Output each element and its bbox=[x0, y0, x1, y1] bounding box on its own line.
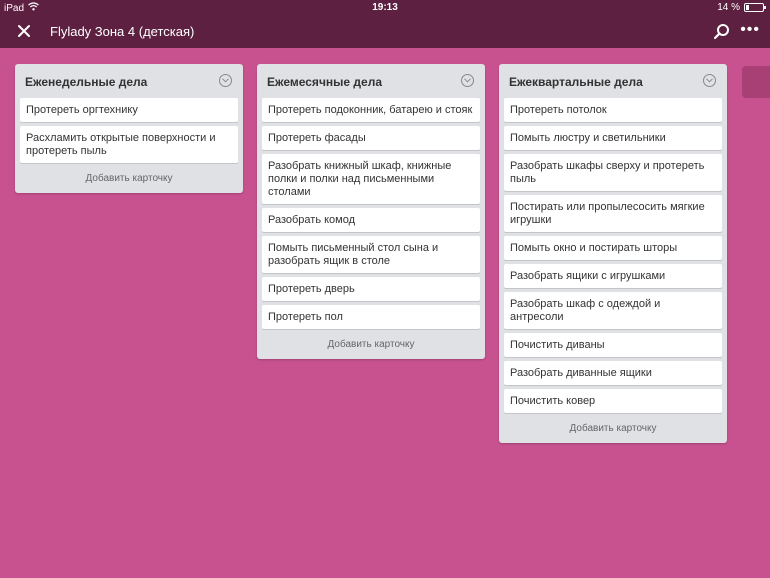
battery-icon bbox=[744, 3, 766, 12]
card[interactable]: Разобрать ящики с игрушками bbox=[504, 264, 722, 288]
list-column: Еженедельные дела Протереть оргтехнику Рас… bbox=[15, 64, 243, 193]
card[interactable]: Разобрать комод bbox=[262, 208, 480, 232]
card[interactable]: Разобрать шкафы сверху и протереть пыль bbox=[504, 154, 722, 191]
list-title: Ежеквартальные дела bbox=[509, 75, 643, 89]
add-card-button[interactable]: Добавить карточку bbox=[504, 417, 722, 437]
card[interactable]: Постирать или пропылесосить мягкие игруш… bbox=[504, 195, 722, 232]
search-icon[interactable] bbox=[712, 22, 732, 42]
card[interactable]: Помыть окно и постирать шторы bbox=[504, 236, 722, 260]
list-column: Ежемесячные дела Протереть подоконник, ба… bbox=[257, 64, 485, 359]
card[interactable]: Разобрать диванные ящики bbox=[504, 361, 722, 385]
list-header: Ежемесячные дела bbox=[262, 64, 480, 98]
list-column: Ежеквартальные дела Протереть потолок Помы… bbox=[499, 64, 727, 443]
card[interactable]: Протереть оргтехнику bbox=[20, 98, 238, 122]
chevron-down-icon[interactable] bbox=[219, 74, 232, 87]
card[interactable]: Помыть письменный стол сына и разобрать … bbox=[262, 236, 480, 273]
list-header: Еженедельные дела bbox=[20, 64, 238, 98]
app-header: Flylady Зона 4 (детская) ••• bbox=[0, 16, 770, 48]
list-title: Еженедельные дела bbox=[25, 75, 148, 89]
card[interactable]: Протереть фасады bbox=[262, 126, 480, 150]
card[interactable]: Разобрать книжный шкаф, книжные полки и … bbox=[262, 154, 480, 204]
close-icon[interactable] bbox=[14, 21, 34, 41]
status-bar: iPad 19:13 14 % bbox=[0, 0, 770, 16]
add-list-tab[interactable] bbox=[742, 66, 770, 98]
card[interactable]: Разобрать шкаф с одеждой и антресоли bbox=[504, 292, 722, 329]
card[interactable]: Помыть люстру и светильники bbox=[504, 126, 722, 150]
card[interactable]: Расхламить открытые поверхности и протер… bbox=[20, 126, 238, 163]
card[interactable]: Протереть пол bbox=[262, 305, 480, 329]
list-header: Ежеквартальные дела bbox=[504, 64, 722, 98]
status-time: 19:13 bbox=[372, 2, 398, 13]
card[interactable]: Протереть подоконник, батарею и стояк bbox=[262, 98, 480, 122]
card[interactable]: Протереть дверь bbox=[262, 277, 480, 301]
list-title: Ежемесячные дела bbox=[267, 75, 382, 89]
board-title: Flylady Зона 4 (детская) bbox=[50, 24, 195, 39]
card[interactable]: Почистить ковер bbox=[504, 389, 722, 413]
card[interactable]: Почистить диваны bbox=[504, 333, 722, 357]
chevron-down-icon[interactable] bbox=[461, 74, 474, 87]
more-icon[interactable]: ••• bbox=[740, 20, 760, 40]
add-card-button[interactable]: Добавить карточку bbox=[262, 333, 480, 353]
chevron-down-icon[interactable] bbox=[703, 74, 716, 87]
card[interactable]: Протереть потолок bbox=[504, 98, 722, 122]
battery-percent: 14 % bbox=[717, 2, 740, 13]
status-right: 14 % bbox=[717, 2, 766, 13]
add-card-button[interactable]: Добавить карточку bbox=[20, 167, 238, 187]
